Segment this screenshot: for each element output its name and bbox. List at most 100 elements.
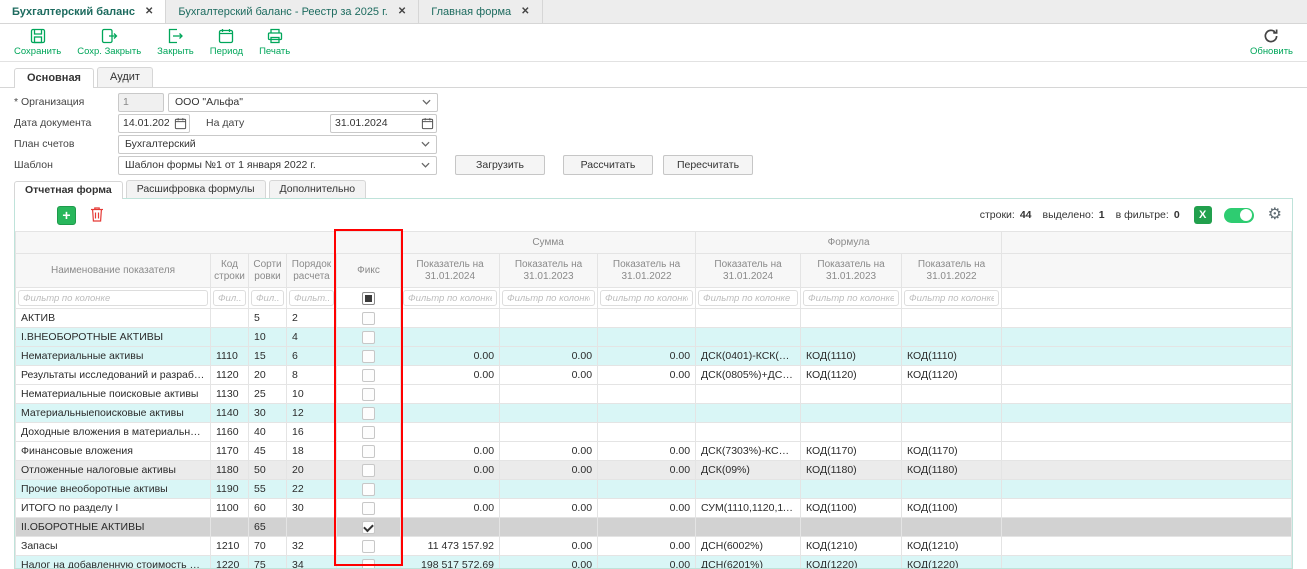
cell-fix[interactable]	[337, 537, 401, 556]
save-close-button[interactable]: Сохр. Закрыть	[77, 27, 141, 57]
cell-fix[interactable]	[337, 556, 401, 569]
column-filter-input[interactable]	[803, 290, 899, 306]
cell-formula-2022	[902, 328, 1002, 347]
column-filter-input[interactable]	[213, 290, 246, 306]
fix-checkbox[interactable]	[362, 312, 375, 325]
col-header-fix[interactable]: Фикс	[337, 254, 401, 288]
save-button[interactable]: Сохранить	[14, 27, 61, 57]
col-header-formula-2022[interactable]: Показатель на 31.01.2022	[902, 254, 1002, 288]
cell-fix[interactable]	[337, 442, 401, 461]
cell-fix[interactable]	[337, 385, 401, 404]
table-row[interactable]: I.ВНЕОБОРОТНЫЕ АКТИВЫ104	[16, 328, 1292, 347]
tab-report-form[interactable]: Отчетная форма	[14, 181, 123, 199]
fix-filter-checkbox[interactable]	[362, 292, 375, 305]
table-row[interactable]: Нематериальные активы11101560.000.000.00…	[16, 347, 1292, 366]
fix-checkbox[interactable]	[362, 464, 375, 477]
refresh-button[interactable]: Обновить	[1250, 27, 1293, 57]
cell-fix[interactable]	[337, 499, 401, 518]
table-row[interactable]: Финансовые вложения117045180.000.000.00Д…	[16, 442, 1292, 461]
load-button[interactable]: Загрузить	[455, 155, 545, 175]
fix-checkbox[interactable]	[362, 388, 375, 401]
column-filter-input[interactable]	[403, 290, 497, 306]
gear-icon[interactable]: ⚙	[1268, 207, 1282, 223]
window-tab-registry[interactable]: Бухгалтерский баланс - Реестр за 2025 г.…	[166, 0, 419, 23]
table-row[interactable]: АКТИВ52	[16, 309, 1292, 328]
organization-select[interactable]: ООО "Альфа"	[168, 93, 438, 112]
calculate-button[interactable]: Рассчитать	[563, 155, 653, 175]
col-header-sum-2023[interactable]: Показатель на 31.01.2023	[500, 254, 598, 288]
col-header-name[interactable]: Наименование показателя	[16, 254, 211, 288]
col-header-sum-2024[interactable]: Показатель на 31.01.2024	[401, 254, 500, 288]
cell-fix[interactable]	[337, 480, 401, 499]
close-button[interactable]: Закрыть	[157, 27, 194, 57]
fix-checkbox[interactable]	[362, 369, 375, 382]
add-row-button[interactable]: +	[57, 206, 76, 225]
table-row[interactable]: II.ОБОРОТНЫЕ АКТИВЫ65	[16, 518, 1292, 537]
print-button[interactable]: Печать	[259, 27, 290, 57]
tab-audit[interactable]: Аудит	[97, 67, 153, 87]
cell-fix[interactable]	[337, 423, 401, 442]
fix-checkbox[interactable]	[362, 521, 375, 534]
organization-code-input[interactable]	[118, 93, 164, 112]
calendar-icon[interactable]	[421, 117, 434, 130]
window-tab-main-form[interactable]: Главная форма ✕	[419, 0, 542, 23]
cell-fix[interactable]	[337, 309, 401, 328]
fix-checkbox[interactable]	[362, 559, 375, 569]
col-header-formula-2024[interactable]: Показатель на 31.01.2024	[696, 254, 801, 288]
table-row[interactable]: Прочие внеоборотные активы11905522	[16, 480, 1292, 499]
cell-order: 8	[287, 366, 337, 385]
filter-cell-fix[interactable]	[337, 288, 401, 309]
column-filter-input[interactable]	[289, 290, 334, 306]
table-row[interactable]: Доходные вложения в материальные ц...116…	[16, 423, 1292, 442]
excel-export-button[interactable]: X	[1194, 206, 1212, 224]
template-select[interactable]: Шаблон формы №1 от 1 января 2022 г.	[118, 156, 437, 175]
cell-fix[interactable]	[337, 461, 401, 480]
cell-sum-2023	[500, 404, 598, 423]
fix-checkbox[interactable]	[362, 426, 375, 439]
table-row[interactable]: ИТОГО по разделу I110060300.000.000.00СУ…	[16, 499, 1292, 518]
fix-checkbox[interactable]	[362, 350, 375, 363]
col-header-sum-2022[interactable]: Показатель на 31.01.2022	[598, 254, 696, 288]
table-row[interactable]: Запасы1210703211 473 157.920.000.00ДСН(6…	[16, 537, 1292, 556]
calendar-icon[interactable]	[174, 117, 187, 130]
column-filter-input[interactable]	[904, 290, 999, 306]
close-tab-icon[interactable]: ✕	[521, 6, 529, 17]
col-header-sort[interactable]: Сортировки	[249, 254, 287, 288]
cell-fix[interactable]	[337, 404, 401, 423]
cell-fix[interactable]	[337, 328, 401, 347]
column-filter-input[interactable]	[502, 290, 595, 306]
fix-checkbox[interactable]	[362, 483, 375, 496]
delete-row-button[interactable]	[87, 206, 107, 225]
tab-formula-breakdown[interactable]: Расшифровка формулы	[126, 180, 266, 198]
table-row[interactable]: Отложенные налоговые активы118050200.000…	[16, 461, 1292, 480]
tab-main[interactable]: Основная	[14, 68, 94, 88]
close-tab-icon[interactable]: ✕	[145, 6, 153, 17]
cell-fix[interactable]	[337, 347, 401, 366]
recalculate-button[interactable]: Пересчитать	[663, 155, 753, 175]
col-header-code[interactable]: Код строки	[211, 254, 249, 288]
cell-fix[interactable]	[337, 518, 401, 537]
close-tab-icon[interactable]: ✕	[398, 6, 406, 17]
period-button[interactable]: Период	[210, 27, 243, 57]
grid-view-toggle[interactable]	[1224, 208, 1254, 223]
table-row[interactable]: Материальныепоисковые активы11403012	[16, 404, 1292, 423]
cell-fix[interactable]	[337, 366, 401, 385]
window-tab-balance[interactable]: Бухгалтерский баланс ✕	[0, 0, 166, 23]
fix-checkbox[interactable]	[362, 407, 375, 420]
column-filter-input[interactable]	[698, 290, 798, 306]
fix-checkbox[interactable]	[362, 540, 375, 553]
chart-of-accounts-select[interactable]: Бухгалтерский	[118, 135, 437, 154]
table-row[interactable]: Результаты исследований и разработок1120…	[16, 366, 1292, 385]
table-row[interactable]: Налог на добавленную стоимость по пр...1…	[16, 556, 1292, 569]
fix-checkbox[interactable]	[362, 445, 375, 458]
col-header-formula-2023[interactable]: Показатель на 31.01.2023	[801, 254, 902, 288]
column-filter-input[interactable]	[251, 290, 284, 306]
column-filter-input[interactable]	[600, 290, 693, 306]
tab-additional[interactable]: Дополнительно	[269, 180, 367, 198]
col-header-order[interactable]: Порядок расчета	[287, 254, 337, 288]
column-filter-input[interactable]	[18, 290, 208, 306]
fix-checkbox[interactable]	[362, 331, 375, 344]
cell-filler	[1002, 347, 1292, 366]
fix-checkbox[interactable]	[362, 502, 375, 515]
table-row[interactable]: Нематериальные поисковые активы11302510	[16, 385, 1292, 404]
